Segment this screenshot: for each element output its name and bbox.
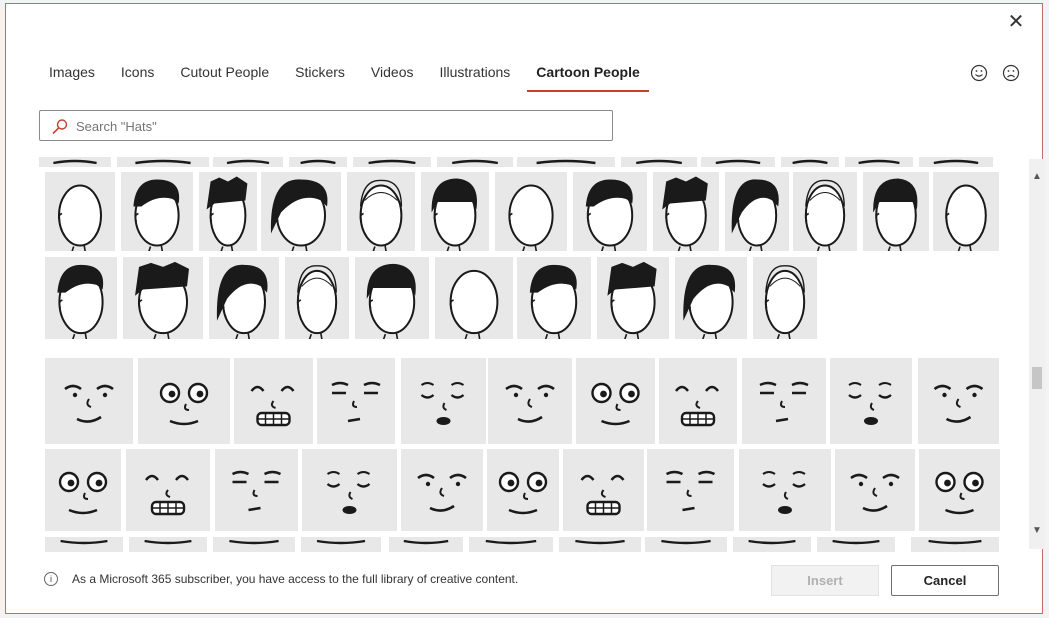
frown-icon[interactable] [1001,63,1021,83]
face-thumbnail[interactable] [401,358,486,444]
tab-videos[interactable]: Videos [362,62,423,92]
insert-button[interactable]: Insert [771,565,879,596]
tab-images[interactable]: Images [40,62,104,92]
thumbnail[interactable] [39,157,111,167]
thumbnail[interactable] [129,537,207,552]
head-thumbnail[interactable] [421,172,489,251]
head-thumbnail[interactable] [45,257,117,339]
results-grid [39,157,1029,552]
category-tabs: Images Icons Cutout People Stickers Vide… [40,62,657,96]
face-thumbnail[interactable] [45,358,133,444]
search-icon [52,119,68,135]
thumbnail[interactable] [733,537,811,552]
face-thumbnail[interactable] [576,358,655,444]
face-thumbnail[interactable] [234,358,313,444]
face-thumbnail[interactable] [739,449,831,531]
head-thumbnail[interactable] [261,172,341,251]
subscriber-notice-text: As a Microsoft 365 subscriber, you have … [72,572,519,586]
tab-cartoon-people[interactable]: Cartoon People [527,62,649,92]
thumbnail[interactable] [911,537,999,552]
thumbnail[interactable] [621,157,697,167]
head-thumbnail[interactable] [209,257,279,339]
search-input[interactable] [76,116,596,136]
head-thumbnail[interactable] [597,257,669,339]
face-thumbnail[interactable] [215,449,298,531]
head-thumbnail[interactable] [517,257,591,339]
info-icon: i [44,572,58,586]
tab-cutout-people[interactable]: Cutout People [171,62,278,92]
head-thumbnail[interactable] [355,257,429,339]
face-thumbnail[interactable] [45,449,121,531]
face-thumbnail[interactable] [563,449,644,531]
face-thumbnail[interactable] [302,449,397,531]
face-thumbnail[interactable] [487,449,559,531]
thumbnail[interactable] [301,537,381,552]
head-thumbnail[interactable] [347,172,415,251]
face-thumbnail[interactable] [835,449,915,531]
thumbnail[interactable] [517,157,615,167]
head-thumbnail[interactable] [495,172,567,251]
face-thumbnail[interactable] [126,449,210,531]
scroll-thumb[interactable] [1032,367,1042,389]
thumbnail[interactable] [389,537,463,552]
face-thumbnail[interactable] [830,358,912,444]
tab-icons[interactable]: Icons [112,62,163,92]
thumbnail[interactable] [213,537,295,552]
cancel-button[interactable]: Cancel [891,565,999,596]
head-thumbnail[interactable] [653,172,719,251]
thumbnail[interactable] [845,157,913,167]
thumbnail[interactable] [353,157,431,167]
close-icon[interactable]: ✕ [1004,10,1028,34]
subscriber-notice: i As a Microsoft 365 subscriber, you hav… [44,572,518,586]
head-thumbnail[interactable] [285,257,349,339]
thumbnail[interactable] [289,157,347,167]
face-thumbnail[interactable] [659,358,737,444]
thumbnail[interactable] [919,157,993,167]
head-thumbnail[interactable] [199,172,257,251]
thumbnail[interactable] [437,157,513,167]
face-thumbnail[interactable] [742,358,826,444]
face-thumbnail[interactable] [138,358,230,444]
head-thumbnail[interactable] [675,257,747,339]
head-thumbnail[interactable] [753,257,817,339]
head-thumbnail[interactable] [725,172,789,251]
thumbnail[interactable] [781,157,839,167]
face-thumbnail[interactable] [919,449,1000,531]
head-thumbnail[interactable] [793,172,857,251]
face-thumbnail[interactable] [401,449,483,531]
head-thumbnail[interactable] [435,257,513,339]
face-thumbnail[interactable] [488,358,572,444]
thumbnail[interactable] [469,537,553,552]
head-thumbnail[interactable] [573,172,647,251]
face-thumbnail[interactable] [647,449,734,531]
head-thumbnail[interactable] [123,257,203,339]
thumbnail[interactable] [701,157,775,167]
media-picker-dialog: ✕ Images Icons Cutout People Stickers Vi… [5,3,1045,614]
thumbnail[interactable] [817,537,895,552]
thumbnail[interactable] [645,537,727,552]
vertical-scrollbar[interactable]: ▲ ▼ [1029,159,1045,549]
thumbnail[interactable] [213,157,283,167]
thumbnail[interactable] [45,537,123,552]
head-thumbnail[interactable] [45,172,115,251]
smiley-icon[interactable] [969,63,989,83]
head-thumbnail[interactable] [933,172,999,251]
thumbnail[interactable] [117,157,209,167]
scroll-up-icon[interactable]: ▲ [1031,171,1043,183]
tab-illustrations[interactable]: Illustrations [430,62,519,92]
face-thumbnail[interactable] [317,358,395,444]
head-thumbnail[interactable] [863,172,929,251]
tab-stickers[interactable]: Stickers [286,62,354,92]
thumbnail[interactable] [559,537,641,552]
head-thumbnail[interactable] [121,172,193,251]
scroll-down-icon[interactable]: ▼ [1031,525,1043,537]
search-box[interactable] [39,110,613,141]
face-thumbnail[interactable] [918,358,999,444]
